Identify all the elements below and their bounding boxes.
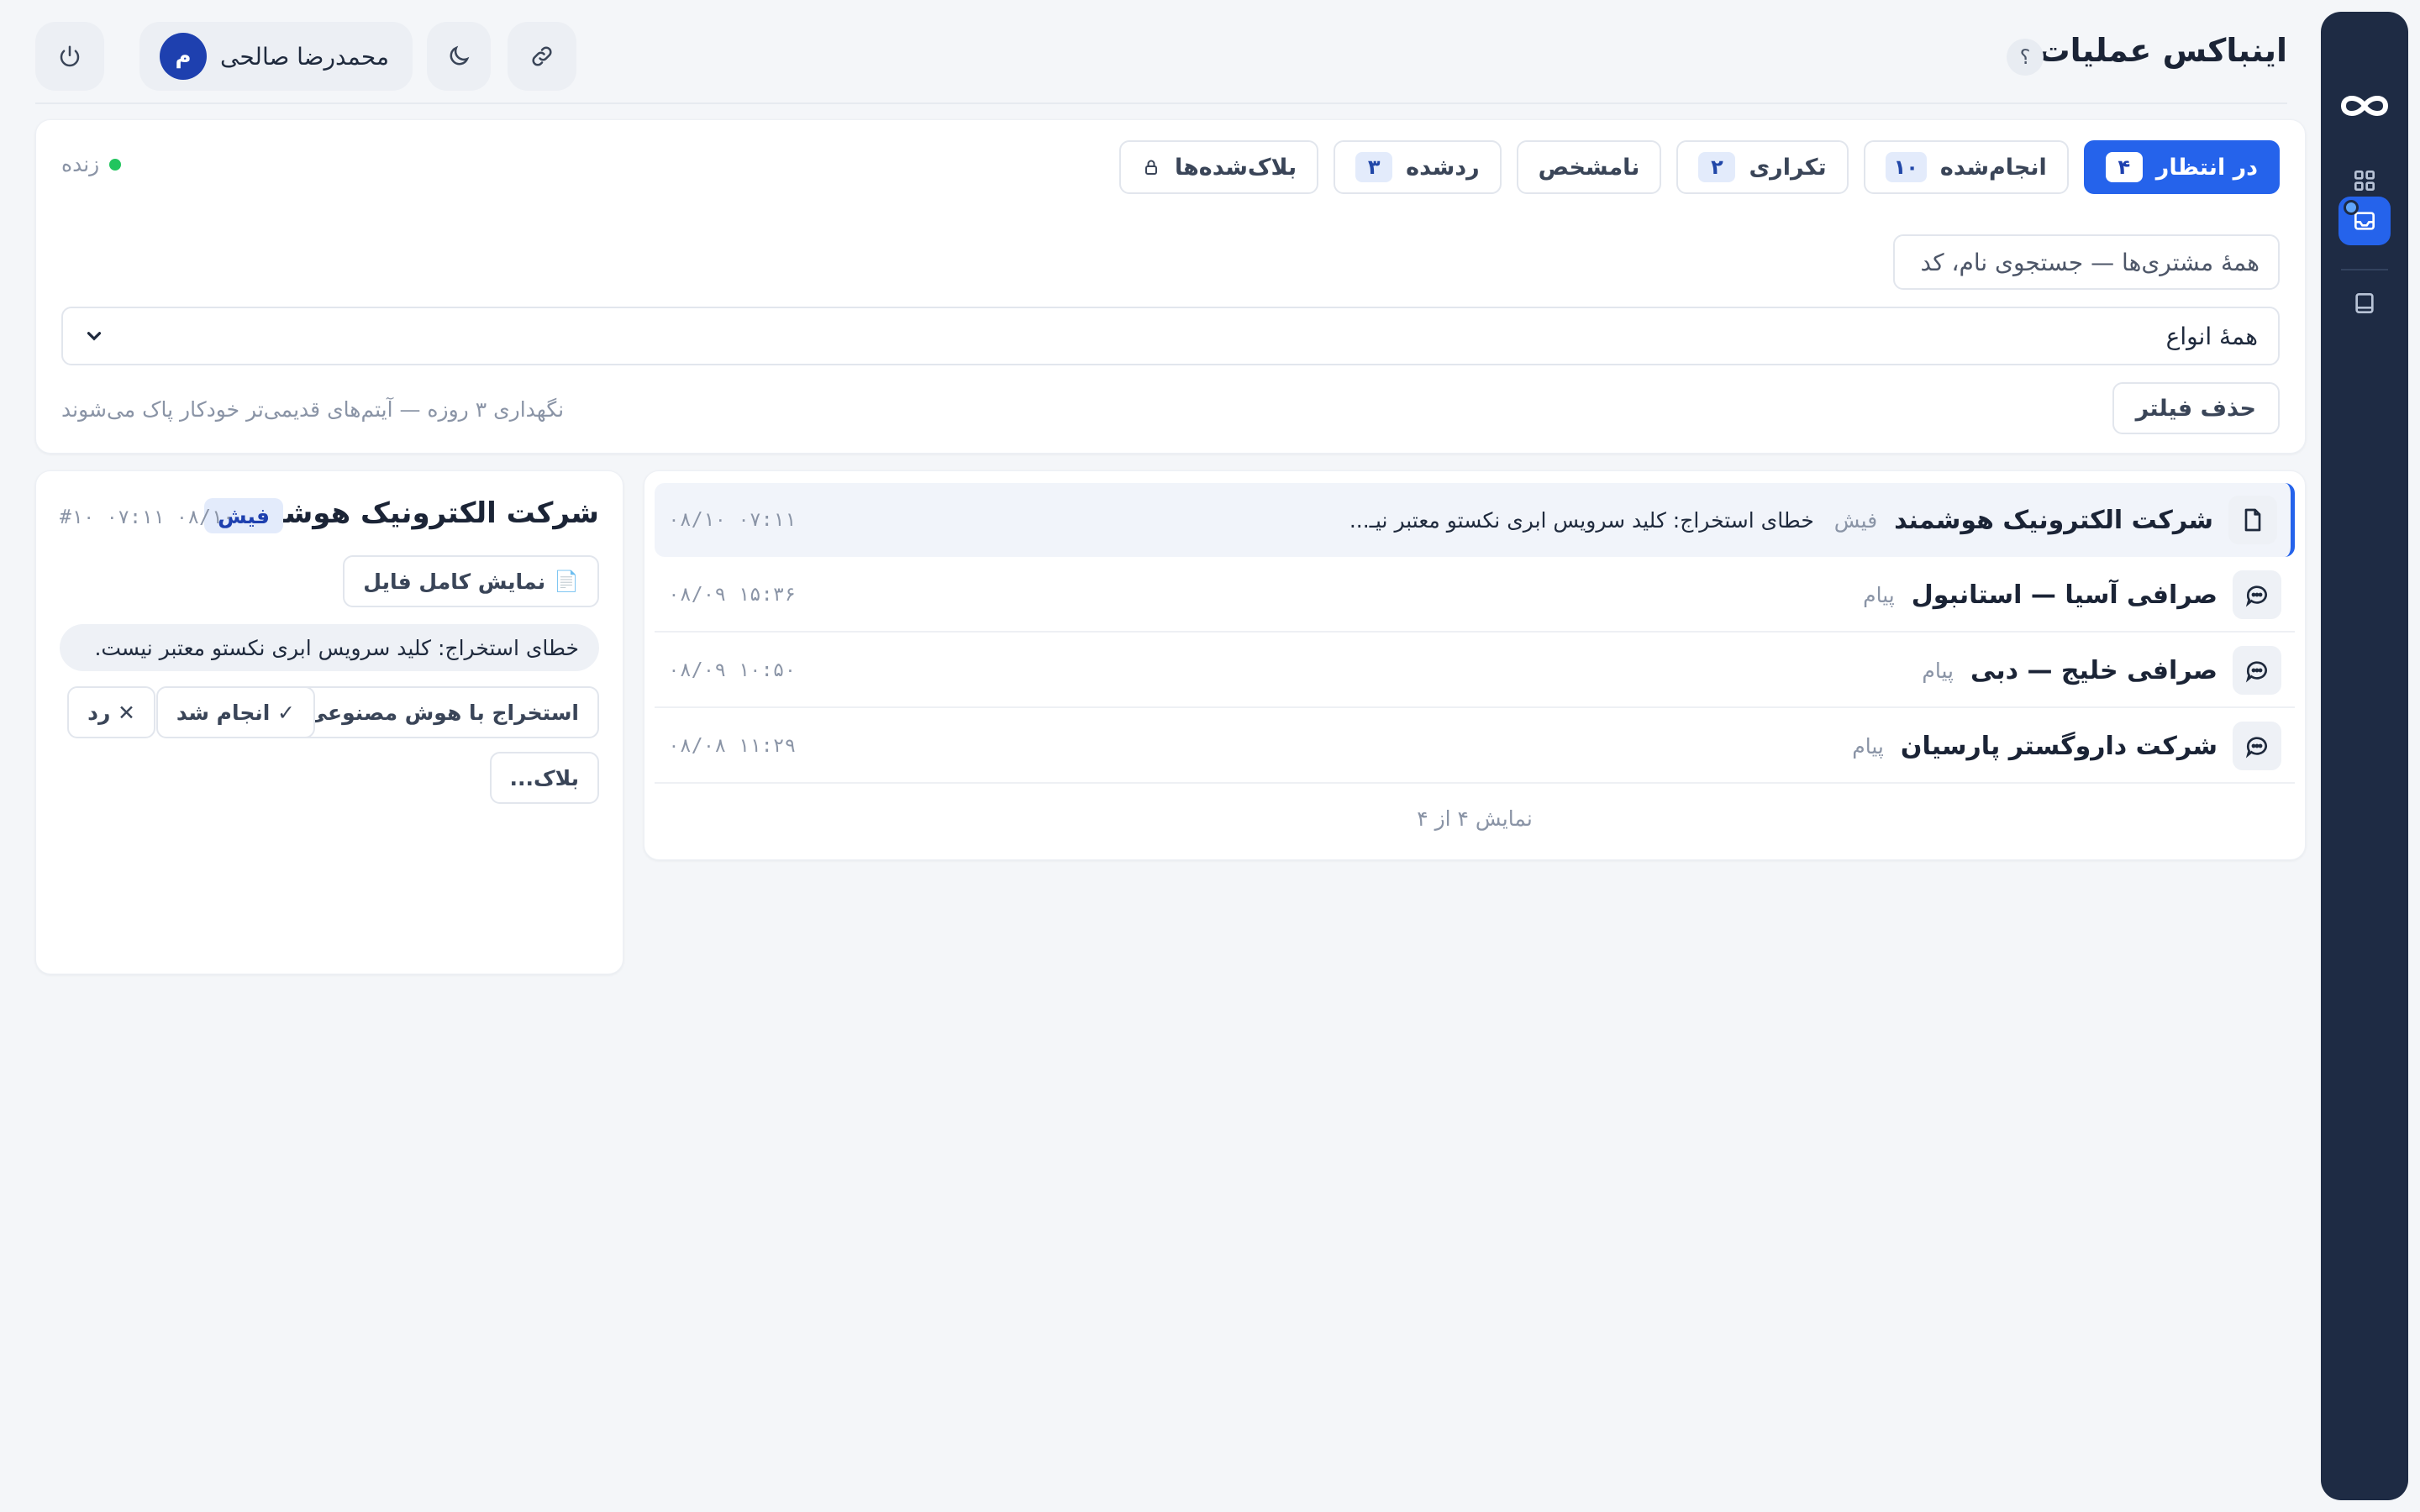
- user-chip[interactable]: محمدرضا صالحی م: [139, 22, 413, 91]
- tab-unknown[interactable]: نامشخص: [1516, 140, 1662, 194]
- chevron-down-icon: [87, 332, 102, 341]
- reject-button[interactable]: ✕ رد: [67, 686, 155, 738]
- document-icon: [2228, 496, 2277, 544]
- show-full-file-button[interactable]: 📄 نمایش کامل فایل: [343, 555, 599, 607]
- detail-meta: #۱۰ ۰۷:۱۱ ۰۸/۱۰: [60, 507, 234, 528]
- filter-card: در انتظار ۴ انجام‌شده ۱۰ تکراری ۲ نامشخص…: [35, 119, 2306, 454]
- chat-icon: [2233, 570, 2281, 619]
- tab-label: در انتظار: [2155, 154, 2258, 181]
- item-snippet: خطای استخراج: کلید سرویس ابری نکستو معتب…: [1349, 507, 1814, 533]
- sidebar: [2321, 12, 2408, 1500]
- power-icon: [60, 45, 80, 67]
- power-button[interactable]: [35, 22, 104, 91]
- user-name: محمدرضا صالحی: [220, 42, 389, 71]
- tab-blocked[interactable]: بلاک‌شده‌ها: [1118, 140, 1319, 194]
- chat-icon: [2233, 722, 2281, 770]
- tab-label: نامشخص: [1538, 154, 1640, 181]
- item-name: شرکت داروگستر پارسیان: [1900, 731, 2217, 761]
- infinity-logo-icon: [2340, 96, 2389, 116]
- tab-count-badge: ۴: [2105, 152, 2143, 182]
- lock-icon: [1144, 160, 1157, 175]
- theme-toggle-button[interactable]: [427, 22, 491, 91]
- detail-title: شرکت الکترونیک هوشمند: [237, 496, 599, 530]
- link-icon: [532, 46, 552, 66]
- list-item[interactable]: شرکت داروگستر پارسیان پیام ۰۸/۰۸ ۱۱:۲۹: [655, 710, 2295, 784]
- tab-pending[interactable]: در انتظار ۴: [2083, 140, 2280, 194]
- avatar: م: [160, 33, 207, 80]
- tab-label: انجام‌شده: [1939, 154, 2047, 181]
- block-button[interactable]: بلاک...: [489, 752, 599, 804]
- header: اینباکس عملیات ؟ محمدرضا صالحی م: [35, 0, 2287, 104]
- book-icon[interactable]: [2338, 279, 2391, 328]
- item-name: صرافی خلیج — دبی: [1970, 655, 2217, 685]
- page-title: اینباکس عملیات: [2038, 32, 2287, 69]
- tab-label: بلاک‌شده‌ها: [1174, 154, 1297, 181]
- tab-count-badge: ۱۰: [1885, 152, 1927, 182]
- item-name: شرکت الکترونیک هوشمند: [1894, 505, 2213, 535]
- clear-filter-button[interactable]: حذف فیلتر: [2112, 382, 2280, 434]
- tab-label: ردشده: [1406, 154, 1480, 181]
- sidebar-divider: [2341, 269, 2388, 270]
- moon-icon: [450, 45, 470, 66]
- chat-icon: [2233, 646, 2281, 695]
- live-status: زنده: [61, 152, 122, 176]
- help-icon[interactable]: ؟: [2007, 39, 2044, 76]
- type-select[interactable]: همهٔ انواع: [61, 307, 2280, 365]
- list-item[interactable]: صرافی آسیا — استانبول پیام ۰۸/۰۹ ۱۵:۳۶: [655, 559, 2295, 633]
- button-label: نمایش کامل فایل: [363, 569, 546, 594]
- item-kind: فیش: [1833, 507, 1878, 533]
- tab-count-badge: ۳: [1355, 152, 1393, 182]
- tab-rejected[interactable]: ردشده ۳: [1334, 140, 1502, 194]
- item-time: ۰۸/۰۹ ۱۵:۳۶: [668, 584, 797, 606]
- document-icon: 📄: [554, 570, 579, 593]
- tab-duplicate[interactable]: تکراری ۲: [1676, 140, 1849, 194]
- item-time: ۰۸/۰۹ ۱۰:۵۰: [668, 659, 797, 681]
- item-kind: پیام: [1922, 658, 1954, 683]
- item-kind: پیام: [1852, 733, 1884, 759]
- inbox-icon[interactable]: [2338, 197, 2391, 245]
- item-time: ۰۸/۱۰ ۰۷:۱۱: [668, 509, 797, 531]
- item-name: صرافی آسیا — استانبول: [1911, 580, 2217, 610]
- live-label: زنده: [61, 152, 100, 176]
- item-kind: پیام: [1863, 582, 1895, 607]
- ai-extract-button[interactable]: استخراج با هوش مصنوعی: [286, 686, 599, 738]
- retention-note: نگهداری ۳ روزه — آیتم‌های قدیمی‌تر خودکا…: [61, 397, 565, 422]
- extraction-error-message: خطای استخراج: کلید سرویس ابری نکستو معتب…: [60, 624, 599, 671]
- tab-count-badge: ۲: [1698, 152, 1736, 182]
- link-button[interactable]: [508, 22, 576, 91]
- inbox-list: شرکت الکترونیک هوشمند فیش خطای استخراج: …: [644, 470, 2306, 860]
- live-dot-icon: [109, 158, 122, 171]
- tab-label: تکراری: [1749, 154, 1827, 181]
- tab-done[interactable]: انجام‌شده ۱۰: [1863, 140, 2069, 194]
- list-item[interactable]: شرکت الکترونیک هوشمند فیش خطای استخراج: …: [655, 483, 2295, 557]
- notification-dot: [2344, 200, 2359, 215]
- detail-panel: شرکت الکترونیک هوشمند فیش #۱۰ ۰۷:۱۱ ۰۸/۱…: [35, 470, 623, 974]
- status-tabs: در انتظار ۴ انجام‌شده ۱۰ تکراری ۲ نامشخص…: [1118, 140, 2280, 194]
- list-item[interactable]: صرافی خلیج — دبی پیام ۰۸/۰۹ ۱۰:۵۰: [655, 634, 2295, 708]
- list-count-footer: نمایش ۴ از ۴: [1417, 806, 1533, 831]
- mark-done-button[interactable]: ✓ انجام شد: [155, 686, 315, 738]
- type-select-value: همهٔ انواع: [2165, 322, 2258, 350]
- search-input[interactable]: [1893, 234, 2280, 290]
- item-time: ۰۸/۰۸ ۱۱:۲۹: [668, 735, 797, 757]
